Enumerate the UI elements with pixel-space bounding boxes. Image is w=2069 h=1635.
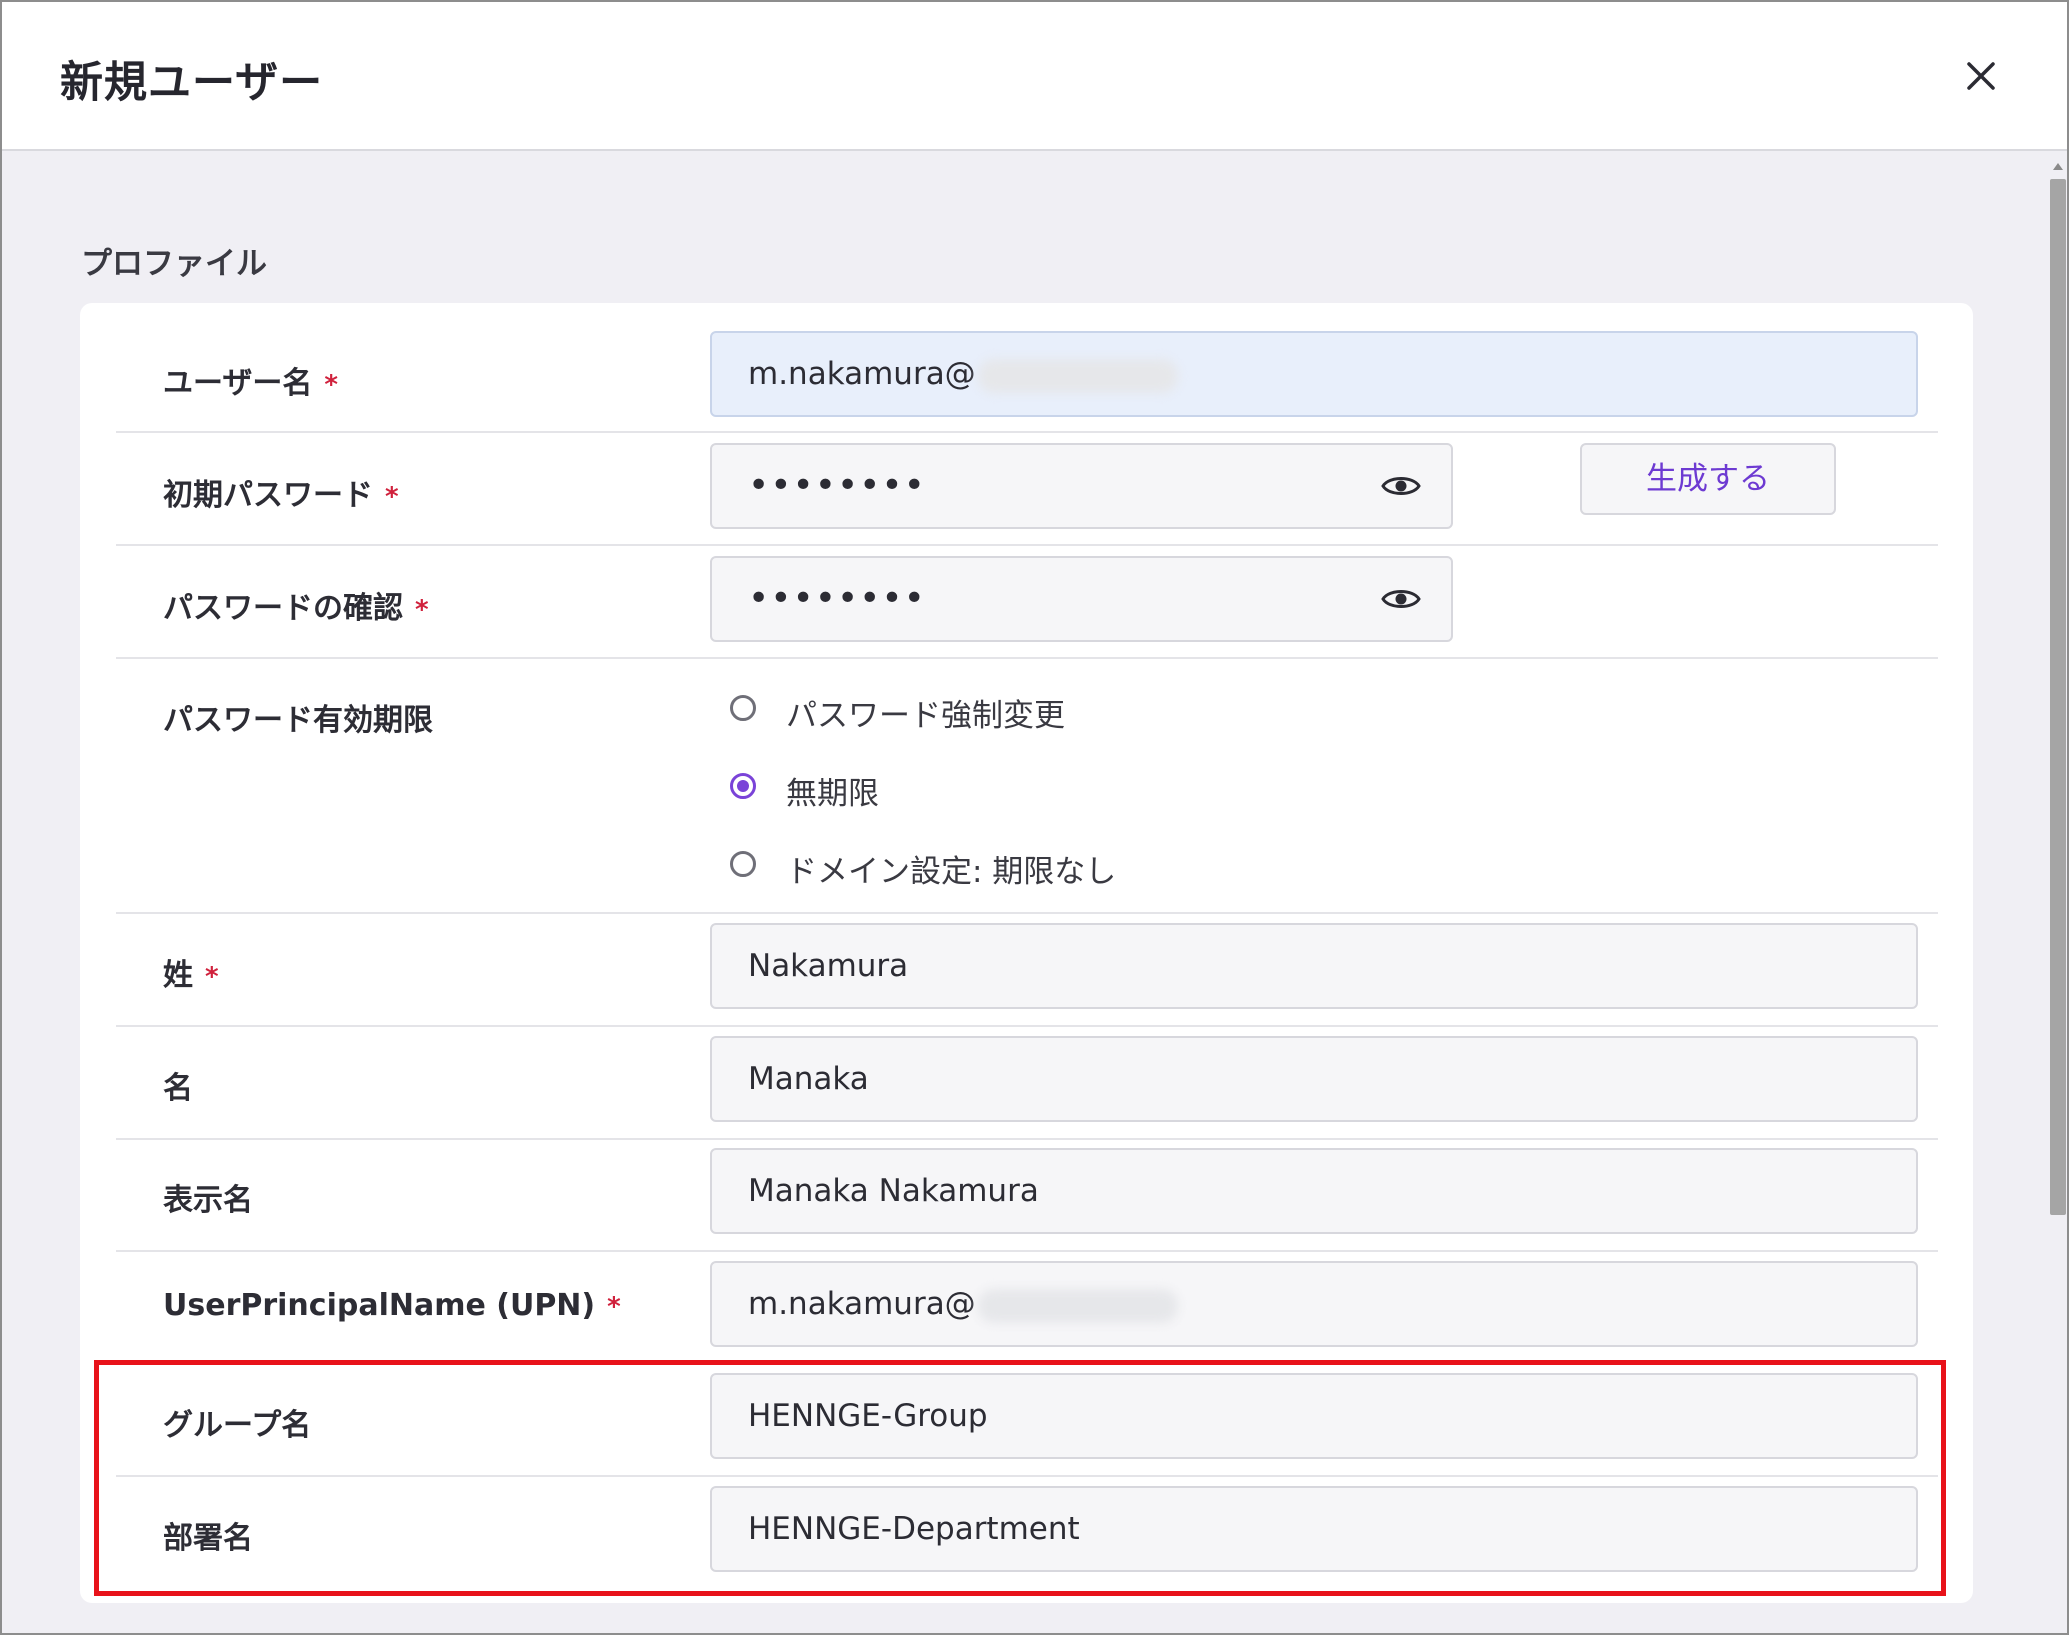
- required-mark: *: [324, 370, 339, 400]
- close-icon: [1967, 62, 1995, 90]
- password-expiry-label: パスワード有効期限: [163, 703, 433, 738]
- new-user-dialog: 新規ユーザー プロファイル ユーザー名 * m.nakamura@ 初期パスワード…: [0, 0, 2069, 1635]
- radio-unchecked-icon: [730, 851, 756, 877]
- username-label: ユーザー名 *: [163, 366, 339, 401]
- display-name-input[interactable]: Manaka Nakamura: [710, 1148, 1918, 1234]
- first-name-input[interactable]: Manaka: [710, 1036, 1918, 1122]
- form-row-first-name: 名 Manaka: [116, 1027, 1938, 1140]
- last-name-label: 姓 *: [163, 958, 219, 993]
- eye-icon[interactable]: [1381, 468, 1421, 504]
- dialog-header: 新規ユーザー: [2, 2, 2067, 151]
- blurred-domain: [977, 358, 1178, 393]
- required-mark: *: [205, 962, 219, 992]
- scrollbar-thumb[interactable]: [2050, 179, 2066, 1215]
- password-confirm-input[interactable]: ••••••••: [710, 556, 1453, 642]
- required-mark: *: [385, 482, 399, 512]
- radio-checked-icon: [730, 773, 756, 799]
- eye-icon[interactable]: [1381, 581, 1421, 617]
- group-name-input[interactable]: HENNGE-Group: [710, 1373, 1918, 1459]
- form-row-upn: UserPrincipalName (UPN) * m.nakamura@: [116, 1252, 1938, 1365]
- form-row-last-name: 姓 * Nakamura: [116, 914, 1938, 1027]
- upn-input[interactable]: m.nakamura@: [710, 1261, 1918, 1347]
- scrollbar[interactable]: [2047, 151, 2067, 1633]
- dialog-title: 新規ユーザー: [60, 58, 324, 108]
- last-name-input[interactable]: Nakamura: [710, 923, 1918, 1009]
- first-name-label: 名: [163, 1071, 193, 1106]
- form-row-password-expiry: パスワード有効期限 パスワード強制変更 無期限 ドメイン設定: 期限なし: [116, 659, 1938, 914]
- close-button[interactable]: [1957, 52, 2005, 100]
- form-row-group-name: グループ名 HENNGE-Group: [116, 1364, 1938, 1477]
- form-row-username: ユーザー名 * m.nakamura@: [116, 331, 1938, 433]
- department-name-label: 部署名: [163, 1521, 253, 1556]
- scroll-up-arrow-icon[interactable]: [2053, 163, 2063, 170]
- form-row-initial-password: 初期パスワード * •••••••• 生成する: [116, 433, 1938, 546]
- form-row-department-name: 部署名 HENNGE-Department: [116, 1477, 1938, 1588]
- password-confirm-label: パスワードの確認 *: [163, 591, 429, 626]
- generate-password-button[interactable]: 生成する: [1580, 443, 1836, 515]
- upn-label: UserPrincipalName (UPN) *: [163, 1288, 621, 1323]
- initial-password-input[interactable]: ••••••••: [710, 443, 1453, 529]
- username-input[interactable]: m.nakamura@: [710, 331, 1918, 417]
- form-row-password-confirm: パスワードの確認 * ••••••••: [116, 546, 1938, 659]
- form-row-display-name: 表示名 Manaka Nakamura: [116, 1139, 1938, 1252]
- section-title-profile: プロファイル: [81, 246, 267, 282]
- required-mark: *: [415, 595, 429, 625]
- blurred-domain: [977, 1288, 1178, 1323]
- radio-unchecked-icon: [730, 695, 756, 721]
- required-mark: *: [607, 1292, 621, 1322]
- display-name-label: 表示名: [163, 1183, 253, 1218]
- department-name-input[interactable]: HENNGE-Department: [710, 1486, 1918, 1572]
- group-name-label: グループ名: [163, 1408, 312, 1443]
- initial-password-label: 初期パスワード *: [163, 478, 399, 513]
